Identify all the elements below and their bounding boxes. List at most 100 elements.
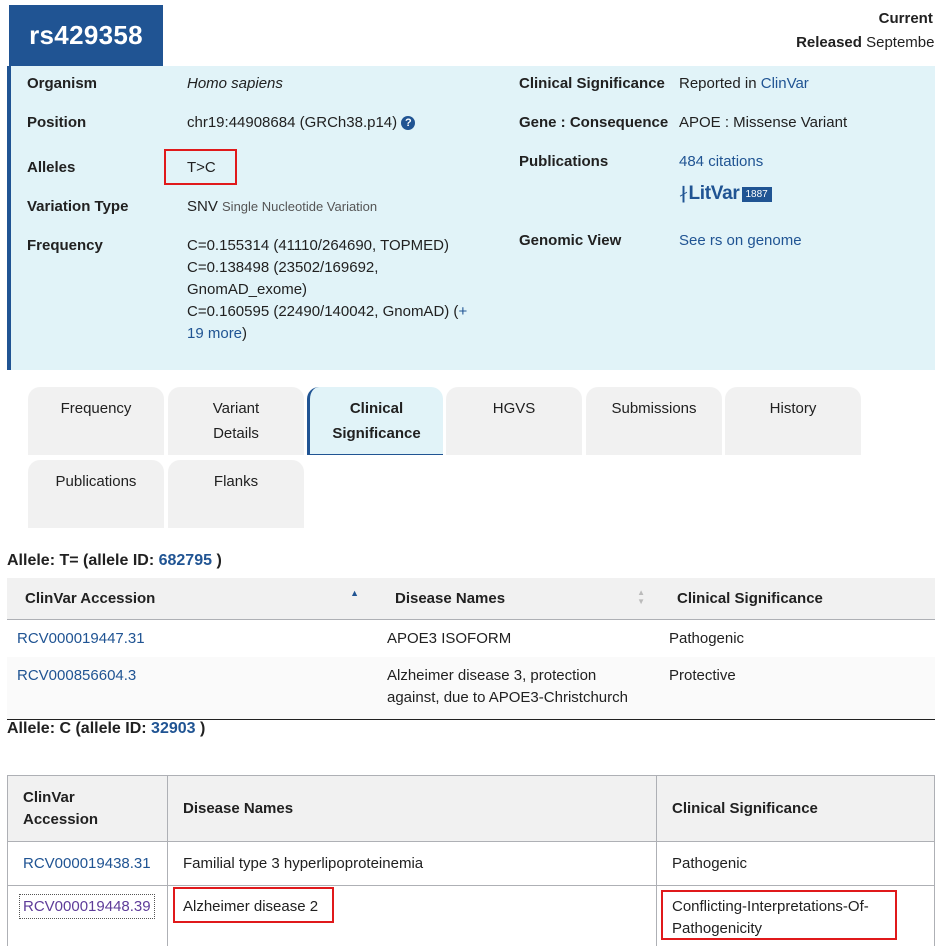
disease-name-line: Alzheimer disease 3, protection	[387, 667, 597, 684]
frequency-line-gnomad: C=0.160595 (22490/140042, GnomAD) (+	[187, 301, 467, 323]
sort-ascending-icon: ▲	[350, 588, 359, 598]
disease-name: Familial type 3 hyperlipoproteinemia	[167, 841, 657, 886]
disease-name: APOE3 ISOFORM	[387, 629, 512, 647]
tab-label: Clinical	[349, 400, 404, 417]
more-frequencies-link[interactable]: +	[458, 303, 467, 320]
more-frequencies-link-2[interactable]: 19 more	[187, 325, 242, 342]
column-label: Disease Names	[395, 589, 506, 607]
tab-label: Publications	[55, 473, 137, 490]
clinical-significance-value: Reported in ClinVar	[679, 73, 809, 95]
tab-history[interactable]: History	[725, 387, 861, 455]
tab-variant-details[interactable]: Variant Details	[168, 387, 304, 455]
variation-type-long: Single Nucleotide Variation	[222, 199, 378, 214]
clinical-prefix: Reported in	[679, 75, 757, 92]
column-header-disease-names[interactable]: Disease Names	[167, 775, 657, 842]
frequency-line: GnomAD_exome)	[187, 281, 308, 298]
clinical-significance: Pathogenic	[669, 629, 745, 647]
publications-label: Publications	[519, 153, 609, 170]
organism-label: Organism	[27, 75, 98, 92]
allele-t-id-link[interactable]: 682795	[159, 552, 212, 569]
table-row: RCV000856604.3 Alzheimer disease 3, prot…	[7, 657, 935, 719]
clinvar-accession-link[interactable]: RCV000019448.39	[19, 894, 155, 919]
tab-frequency[interactable]: Frequency	[28, 387, 164, 455]
column-header-disease-names[interactable]: Disease Names ▲ ▼	[377, 578, 659, 620]
frequency-line: C=0.155314 (41110/264690, TOPMED)	[187, 237, 449, 254]
tab-label: Submissions	[611, 400, 697, 417]
heading-text: Allele: C (allele ID:	[7, 720, 147, 737]
litvar-link[interactable]: ∤ LitVar 1887	[679, 183, 772, 204]
released-line: Released September 2	[732, 30, 935, 56]
variation-type-label: Variation Type	[27, 198, 129, 215]
clinical-significance: Protective	[659, 657, 935, 719]
column-header-clinical-significance[interactable]: Clinical Significance	[659, 578, 935, 620]
tab-label: HGVS	[492, 400, 536, 417]
frequency-line: C=0.138498 (23502/169692,	[187, 259, 379, 276]
highlight-box-disease	[173, 887, 334, 923]
frequency-label: Frequency	[27, 237, 103, 254]
column-header-clinvar-accession[interactable]: ClinVar Accession ▲	[7, 578, 377, 620]
tab-label: Details	[213, 425, 259, 442]
citations-link[interactable]: 484 citations	[679, 151, 763, 173]
tab-label: Flanks	[213, 473, 259, 490]
variation-type-line: SNV Single Nucleotide Variation	[187, 196, 377, 218]
column-label: Clinical Significance	[677, 589, 823, 607]
heading-text: )	[200, 720, 206, 737]
position-line: chr19:44908684 (GRCh38.p14) ?	[187, 112, 416, 134]
tab-hgvs[interactable]: HGVS	[446, 387, 582, 455]
see-rs-on-genome-link[interactable]: See rs on genome	[679, 230, 802, 252]
clinvar-accession-link[interactable]: RCV000856604.3	[17, 667, 136, 684]
allele-c-heading: Allele: C (allele ID: 32903 )	[7, 720, 205, 738]
build-info: Current Bu Released September 2	[715, 8, 935, 56]
variation-type-short: SNV	[187, 198, 218, 215]
tab-publications[interactable]: Publications	[28, 460, 164, 528]
tab-label: Frequency	[60, 400, 132, 417]
tab-label: Significance	[332, 425, 421, 442]
genomic-view-label: Genomic View	[519, 232, 622, 249]
tab-submissions[interactable]: Submissions	[586, 387, 722, 455]
rsid-title: rs429358	[9, 5, 163, 66]
litvar-count-badge: 1887	[741, 186, 772, 202]
current-build-label: Current Bu	[878, 10, 935, 27]
position-value: chr19:44908684 (GRCh38.p14)	[187, 114, 398, 131]
tab-clinical-significance[interactable]: Clinical Significance	[307, 387, 443, 455]
organism-value: Homo sapiens	[187, 75, 283, 92]
gene-consequence-label: Gene : Consequence	[519, 114, 669, 131]
help-icon[interactable]: ?	[401, 116, 416, 130]
column-label: Accession	[23, 810, 99, 828]
frequency-values: C=0.155314 (41110/264690, TOPMED) C=0.13…	[187, 235, 467, 345]
highlight-box-significance	[661, 890, 897, 940]
frequency-line-text: C=0.160595 (22490/140042, GnomAD) (	[187, 303, 459, 320]
allele-t-heading: Allele: T= (allele ID: 682795 )	[7, 552, 222, 570]
alleles-label: Alleles	[27, 159, 76, 176]
sort-icon: ▲ ▼	[637, 588, 645, 606]
disease-name-line: against, due to APOE3-Christchurch	[387, 689, 628, 706]
allele-c-id-link[interactable]: 32903	[151, 720, 196, 737]
table-row: RCV000019438.31 Familial type 3 hyperlip…	[7, 841, 935, 886]
frequency-close-paren: )	[242, 325, 248, 342]
frequency-line-more: 19 more)	[187, 323, 467, 345]
highlight-box-alleles	[164, 149, 237, 185]
gene-consequence-value: APOE : Missense Variant	[679, 114, 848, 131]
clinical-significance: Pathogenic	[656, 841, 935, 886]
column-label: ClinVar Accession	[25, 589, 156, 607]
clinvar-link[interactable]: ClinVar	[761, 75, 809, 92]
allele-t-clinvar-table: ClinVar Accession ▲ Disease Names ▲ ▼ Clini…	[7, 578, 935, 720]
position-label: Position	[27, 114, 87, 131]
released-date: September 2	[866, 34, 935, 51]
clinvar-accession-link[interactable]: RCV000019447.31	[17, 630, 145, 647]
litvar-logo-icon: ∤	[679, 184, 688, 203]
tab-flanks[interactable]: Flanks	[168, 460, 304, 528]
column-label: ClinVar	[23, 788, 75, 806]
heading-text: Allele: T= (allele ID:	[7, 552, 155, 569]
litvar-name: LitVar	[688, 183, 740, 204]
disease-name: Alzheimer disease 3, protection against, …	[377, 657, 659, 719]
table-row: RCV000019447.31 APOE3 ISOFORM Pathogenic	[7, 619, 935, 657]
tab-label: History	[769, 400, 817, 417]
column-header-clinvar-accession[interactable]: ClinVar Accession	[7, 775, 168, 842]
heading-text: )	[216, 552, 222, 569]
tab-label: Variant	[212, 400, 260, 417]
clinvar-accession-link[interactable]: RCV000019438.31	[23, 855, 151, 872]
clinical-significance-label: Clinical Significance	[519, 75, 665, 92]
released-label: Released	[796, 34, 862, 51]
column-header-clinical-significance[interactable]: Clinical Significance	[656, 775, 935, 842]
